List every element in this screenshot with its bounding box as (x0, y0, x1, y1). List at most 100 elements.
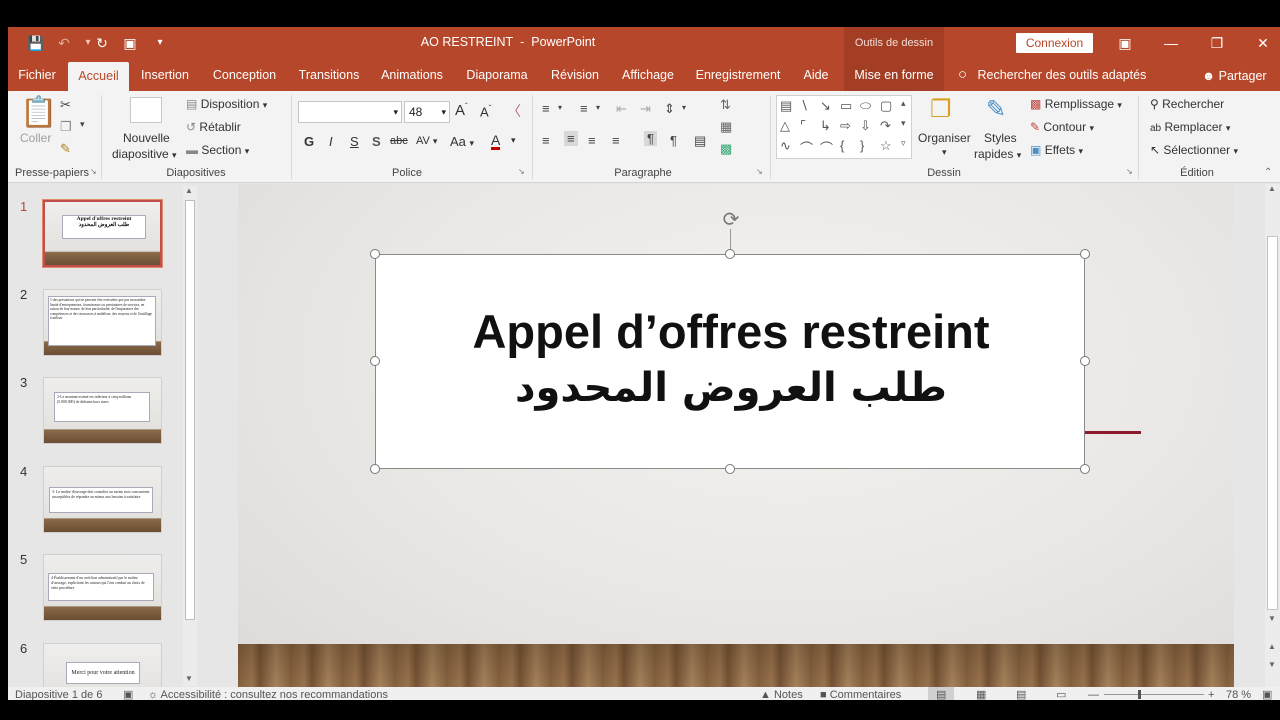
gallery-more-icon[interactable]: ▿ (901, 138, 906, 149)
thumbnail-scrollbar[interactable]: ▲ ▼ (183, 186, 197, 686)
scroll-up-icon[interactable]: ▲ (1268, 184, 1276, 193)
slide-thumbnail-5[interactable]: 4-Établissement d'un certificat administ… (43, 554, 162, 621)
tab-mise-en-forme[interactable]: Mise en forme (844, 59, 944, 91)
new-slide-button[interactable]: diapositive ▾ (112, 147, 177, 161)
zoom-slider[interactable] (1104, 694, 1204, 695)
arc-icon[interactable]: ⌒ (820, 138, 833, 157)
accessibility-button[interactable]: ☼ Accessibilité : consultez nos recomman… (148, 687, 388, 700)
fit-to-window-icon[interactable]: ▣ (1262, 687, 1272, 700)
oval-icon[interactable]: ⬭ (860, 98, 871, 114)
copy-dropdown-icon[interactable]: ▾ (80, 119, 85, 130)
select-button[interactable]: ↖ Sélectionner ▾ (1150, 143, 1238, 157)
new-slide-label-1[interactable]: Nouvelle (123, 131, 170, 145)
ltr-icon[interactable]: ¶ (670, 133, 677, 148)
rectangle-icon[interactable]: ▭ (840, 98, 852, 114)
connector-icon[interactable]: ↳ (820, 118, 831, 134)
line-spacing-icon[interactable]: ⇕ (664, 101, 675, 117)
chevron-down-icon[interactable]: ▾ (942, 147, 947, 158)
slide-title-arabic[interactable]: طلب العروض المحدود (376, 363, 1086, 413)
restore-icon[interactable]: ❐ (1194, 27, 1240, 59)
align-right-icon[interactable]: ≡ (588, 133, 596, 148)
numbering-icon[interactable]: ≡ (580, 101, 588, 116)
bullets-icon[interactable]: ≡ (542, 101, 550, 116)
copy-icon[interactable]: ❐ (60, 119, 72, 135)
scroll-down-icon[interactable]: ▼ (1268, 614, 1276, 623)
slide-thumbnail-4[interactable]: 3- Le maître d'ouvrage doit consulter au… (43, 466, 162, 533)
format-painter-icon[interactable]: ✎ (60, 141, 71, 157)
next-slide-icon[interactable]: ▼ (1268, 660, 1276, 669)
quick-styles-icon[interactable]: ✎ (986, 95, 1006, 124)
paste-icon[interactable]: 📋 (20, 95, 57, 130)
tab-conception[interactable]: Conception (207, 59, 282, 91)
shape-fill-button[interactable]: ▩ Remplissage ▾ (1030, 97, 1122, 111)
slide-thumbnail-2[interactable]: 1-des prestations qui ne peuvent être ex… (43, 289, 162, 356)
comments-button[interactable]: ■ Commentaires (820, 687, 901, 700)
resize-handle[interactable] (1080, 356, 1090, 366)
tab-revision[interactable]: Révision (546, 59, 604, 91)
scroll-up-icon[interactable]: ▲ (185, 186, 193, 195)
slide-thumbnail-1[interactable]: Appel d'offres restreint طلب العروض المح… (42, 199, 163, 268)
shape-outline-button[interactable]: ✎ Contour ▾ (1030, 120, 1094, 134)
freeform-icon[interactable]: ∿ (780, 138, 791, 154)
text-direction-icon[interactable]: ⇅ (720, 97, 731, 113)
drawing-launcher-icon[interactable]: ↘ (1126, 167, 1133, 176)
rtl-icon[interactable]: ¶ (644, 131, 657, 146)
notes-button[interactable]: ▲ Notes (760, 687, 803, 700)
tab-enregistrement[interactable]: Enregistrement (692, 59, 784, 91)
resize-handle[interactable] (1080, 464, 1090, 474)
scroll-down-icon[interactable]: ▼ (185, 674, 193, 683)
shrink-font-button[interactable]: Aˇ (480, 104, 491, 119)
font-size-combo[interactable]: 48 ▾ (404, 101, 450, 123)
quick-styles-label-1[interactable]: Styles (984, 131, 1017, 145)
slide-canvas[interactable]: Appel d’offres restreint طلب العروض المح… (238, 184, 1234, 687)
curve-icon[interactable]: ⌒ (800, 138, 813, 157)
layout-button[interactable]: ▤ Disposition ▾ (186, 97, 267, 111)
strikethrough-button[interactable]: abc (390, 135, 408, 147)
find-button[interactable]: ⚲ Rechercher (1150, 97, 1224, 111)
slide-thumbnail-3[interactable]: 2-Le montant estimé est inférieur à cinq… (43, 377, 162, 444)
align-left-icon[interactable]: ≡ (542, 133, 550, 148)
resize-handle[interactable] (1080, 249, 1090, 259)
rotate-handle-icon[interactable]: ⟳ (720, 209, 742, 231)
columns-icon[interactable]: ▤ (694, 133, 706, 149)
close-icon[interactable]: ✕ (1240, 27, 1280, 59)
shape-effects-button[interactable]: ▣ Effets ▾ (1030, 143, 1083, 157)
tab-accueil[interactable]: Accueil (68, 62, 129, 91)
tab-animations[interactable]: Animations (376, 59, 448, 91)
cut-icon[interactable]: ✂ (60, 97, 71, 113)
reset-button[interactable]: ↺ Rétablir (186, 120, 241, 134)
resize-handle[interactable] (370, 249, 380, 259)
clipboard-launcher-icon[interactable]: ↘ (90, 167, 97, 176)
zoom-in-icon[interactable]: + (1208, 687, 1214, 700)
reading-view-icon[interactable]: ▤ (1016, 687, 1026, 700)
font-launcher-icon[interactable]: ↘ (518, 167, 525, 176)
right-brace-icon[interactable]: } (860, 138, 864, 153)
gallery-up-icon[interactable]: ▴ (901, 98, 906, 109)
quick-styles-button[interactable]: rapides ▾ (974, 147, 1021, 161)
decrease-indent-icon[interactable]: ⇤ (616, 101, 627, 117)
arrange-icon[interactable]: ❐ (930, 95, 952, 124)
slide-sorter-icon[interactable]: ▦ (976, 687, 986, 700)
chevron-down-icon[interactable]: ▾ (682, 103, 686, 112)
increase-indent-icon[interactable]: ⇥ (640, 101, 651, 117)
align-text-icon[interactable]: ▦ (720, 119, 732, 135)
resize-handle[interactable] (370, 356, 380, 366)
proofing-icon[interactable]: ▣ (123, 687, 133, 700)
ribbon-display-icon[interactable]: ▣ (1102, 27, 1148, 59)
align-center-icon[interactable]: ≡ (564, 131, 578, 146)
bold-button[interactable]: G (304, 134, 314, 149)
gallery-down-icon[interactable]: ▾ (901, 118, 906, 129)
grow-font-button[interactable]: Aˆ (455, 102, 468, 119)
slideshow-icon[interactable]: ▭ (1056, 687, 1066, 700)
elbow-icon[interactable]: ⌜ (800, 118, 806, 134)
change-case-button[interactable]: Aa ▾ (450, 134, 474, 149)
justify-icon[interactable]: ≡ (612, 133, 620, 148)
line-icon[interactable]: ∖ (800, 98, 808, 114)
triangle-icon[interactable]: △ (780, 118, 790, 134)
search-tools[interactable]: ○ Rechercher des outils adaptés (958, 59, 1146, 91)
share-button[interactable]: ☻ Partager (1202, 59, 1267, 91)
section-button[interactable]: ▬ Section ▾ (186, 143, 249, 157)
collapse-ribbon-icon[interactable]: ⌃ (1264, 167, 1272, 178)
tab-insertion[interactable]: Insertion (136, 59, 194, 91)
left-brace-icon[interactable]: { (840, 138, 844, 153)
